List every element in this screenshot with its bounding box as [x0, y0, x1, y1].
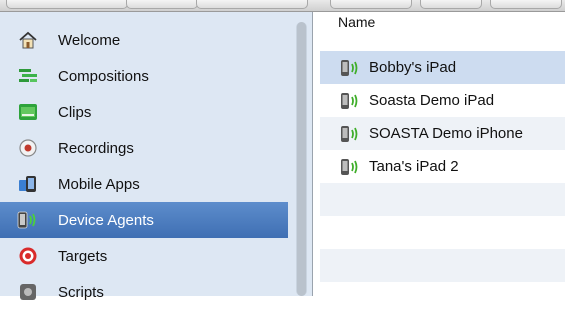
sidebar-item-compositions[interactable]: Compositions: [0, 58, 288, 94]
list-item-label: Soasta Demo iPad: [369, 92, 495, 109]
device-agent-icon: [340, 158, 362, 176]
sidebar-item-label: Targets: [58, 247, 108, 265]
top-toolbar: [0, 0, 565, 12]
list-item[interactable]: Tana's iPad 2: [320, 150, 565, 183]
sidebar-item-mobile-apps[interactable]: Mobile Apps: [0, 166, 288, 202]
sidebar-item-label: Compositions: [58, 67, 149, 85]
sidebar-item-scripts[interactable]: Scripts: [0, 274, 288, 310]
list-item-label: SOASTA Demo iPhone: [369, 125, 523, 142]
list-item-label: Tana's iPad 2: [369, 158, 459, 175]
recordings-icon: [17, 137, 39, 159]
scripts-icon: [17, 281, 39, 303]
toolbar-segment[interactable]: [196, 0, 308, 9]
toolbar-segment[interactable]: [490, 0, 562, 9]
clips-icon: [17, 101, 39, 123]
sidebar-item-label: Mobile Apps: [58, 175, 140, 193]
home-icon: [17, 29, 39, 51]
mobile-apps-icon: [17, 173, 39, 195]
sidebar-item-label: Recordings: [58, 139, 134, 157]
empty-row: [320, 183, 565, 216]
device-agent-icon: [340, 59, 362, 77]
compositions-icon: [17, 65, 39, 87]
sidebar-item-label: Clips: [58, 103, 92, 121]
list-item-label: Bobby's iPad: [369, 59, 457, 76]
sidebar-scrollbar[interactable]: [296, 22, 307, 296]
sidebar-item-label: Scripts: [58, 283, 104, 301]
sidebar-item-welcome[interactable]: Welcome: [0, 22, 288, 58]
sidebar-item-targets[interactable]: Targets: [0, 238, 288, 274]
empty-row: [320, 249, 565, 282]
toolbar-segment[interactable]: [420, 0, 482, 9]
targets-icon: [17, 245, 39, 267]
sidebar-scrollbar-thumb[interactable]: [297, 22, 306, 296]
column-header-name[interactable]: Name: [320, 12, 565, 36]
sidebar-item-label: Welcome: [58, 31, 121, 49]
device-agent-icon: [340, 92, 362, 110]
empty-row: [320, 216, 565, 249]
sidebar-item-clips[interactable]: Clips: [0, 94, 288, 130]
device-agent-icon: [340, 125, 362, 143]
device-agent-icon: [17, 209, 39, 231]
sidebar: Welcome Compositions Clips Recordings Mo…: [0, 12, 313, 301]
list-item[interactable]: Bobby's iPad: [320, 51, 565, 84]
toolbar-segment[interactable]: [6, 0, 128, 9]
list-item[interactable]: SOASTA Demo iPhone: [320, 117, 565, 150]
sidebar-item-label: Device Agents: [58, 211, 154, 229]
toolbar-segment[interactable]: [126, 0, 198, 9]
sidebar-item-recordings[interactable]: Recordings: [0, 130, 288, 166]
device-list: Name Bobby's iPad Soasta Demo iPad SOAST…: [320, 12, 565, 296]
toolbar-segment[interactable]: [330, 0, 412, 9]
list-item[interactable]: Soasta Demo iPad: [320, 84, 565, 117]
sidebar-item-device-agents[interactable]: Device Agents: [0, 202, 288, 238]
